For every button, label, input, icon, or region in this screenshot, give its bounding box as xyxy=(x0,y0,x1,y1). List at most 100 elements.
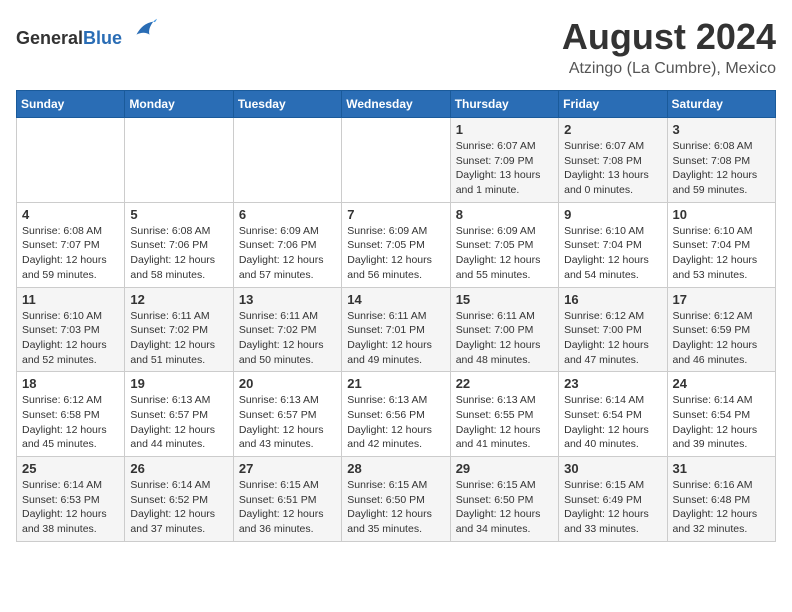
calendar-cell: 13Sunrise: 6:11 AM Sunset: 7:02 PM Dayli… xyxy=(233,287,341,372)
day-number: 1 xyxy=(456,122,553,137)
calendar-cell xyxy=(233,118,341,203)
day-number: 29 xyxy=(456,461,553,476)
day-number: 16 xyxy=(564,292,661,307)
day-info: Sunrise: 6:14 AM Sunset: 6:54 PM Dayligh… xyxy=(673,393,770,452)
day-info: Sunrise: 6:10 AM Sunset: 7:03 PM Dayligh… xyxy=(22,309,119,368)
day-number: 18 xyxy=(22,376,119,391)
weekday-header-saturday: Saturday xyxy=(667,91,775,118)
day-info: Sunrise: 6:11 AM Sunset: 7:02 PM Dayligh… xyxy=(130,309,227,368)
day-number: 21 xyxy=(347,376,444,391)
calendar-cell: 17Sunrise: 6:12 AM Sunset: 6:59 PM Dayli… xyxy=(667,287,775,372)
calendar-cell: 14 Sunrise: 6:11 AM Sunset: 7:01 PM Dayli… xyxy=(342,287,450,372)
calendar-cell xyxy=(125,118,233,203)
logo-blue-text: Blue xyxy=(83,28,122,48)
calendar-cell: 11Sunrise: 6:10 AM Sunset: 7:03 PM Dayli… xyxy=(17,287,125,372)
calendar-cell: 8 Sunrise: 6:09 AM Sunset: 7:05 PM Daylig… xyxy=(450,202,558,287)
weekday-header-row: SundayMondayTuesdayWednesdayThursdayFrid… xyxy=(17,91,776,118)
title-block: August 2024 Atzingo (La Cumbre), Mexico xyxy=(562,16,776,78)
calendar-cell: 21 Sunrise: 6:13 AM Sunset: 6:56 PM Dayli… xyxy=(342,372,450,457)
calendar-cell: 26 Sunrise: 6:14 AM Sunset: 6:52 PM Dayli… xyxy=(125,457,233,542)
day-info: Sunrise: 6:13 AM Sunset: 6:56 PM Dayligh… xyxy=(347,393,444,452)
calendar-cell: 29 Sunrise: 6:15 AM Sunset: 6:50 PM Dayli… xyxy=(450,457,558,542)
day-info: Sunrise: 6:13 AM Sunset: 6:55 PM Dayligh… xyxy=(456,393,553,452)
day-info: Sunrise: 6:16 AM Sunset: 6:48 PM Dayligh… xyxy=(673,478,770,537)
day-number: 25 xyxy=(22,461,119,476)
page-header: GeneralBlue August 2024 Atzingo (La Cumb… xyxy=(16,16,776,78)
day-number: 26 xyxy=(130,461,227,476)
day-number: 6 xyxy=(239,207,336,222)
calendar-cell: 12 Sunrise: 6:11 AM Sunset: 7:02 PM Dayli… xyxy=(125,287,233,372)
calendar-week-row: 11Sunrise: 6:10 AM Sunset: 7:03 PM Dayli… xyxy=(17,287,776,372)
logo: GeneralBlue xyxy=(16,16,157,49)
day-info: Sunrise: 6:15 AM Sunset: 6:50 PM Dayligh… xyxy=(347,478,444,537)
day-info: Sunrise: 6:14 AM Sunset: 6:53 PM Dayligh… xyxy=(22,478,119,537)
calendar-week-row: 18 Sunrise: 6:12 AM Sunset: 6:58 PM Dayli… xyxy=(17,372,776,457)
day-info: Sunrise: 6:11 AM Sunset: 7:00 PM Dayligh… xyxy=(456,309,553,368)
day-number: 7 xyxy=(347,207,444,222)
day-number: 20 xyxy=(239,376,336,391)
day-info: Sunrise: 6:15 AM Sunset: 6:51 PM Dayligh… xyxy=(239,478,336,537)
day-number: 15 xyxy=(456,292,553,307)
weekday-header-friday: Friday xyxy=(559,91,667,118)
day-number: 5 xyxy=(130,207,227,222)
day-info: Sunrise: 6:14 AM Sunset: 6:52 PM Dayligh… xyxy=(130,478,227,537)
day-number: 19 xyxy=(130,376,227,391)
day-number: 8 xyxy=(456,207,553,222)
calendar-cell: 7Sunrise: 6:09 AM Sunset: 7:05 PM Daylig… xyxy=(342,202,450,287)
weekday-header-tuesday: Tuesday xyxy=(233,91,341,118)
calendar-cell: 19Sunrise: 6:13 AM Sunset: 6:57 PM Dayli… xyxy=(125,372,233,457)
day-number: 2 xyxy=(564,122,661,137)
day-info: Sunrise: 6:07 AM Sunset: 7:09 PM Dayligh… xyxy=(456,139,553,198)
logo-bird-icon xyxy=(129,16,157,44)
day-number: 23 xyxy=(564,376,661,391)
day-number: 17 xyxy=(673,292,770,307)
logo-general-text: General xyxy=(16,28,83,48)
day-number: 3 xyxy=(673,122,770,137)
day-info: Sunrise: 6:15 AM Sunset: 6:50 PM Dayligh… xyxy=(456,478,553,537)
day-info: Sunrise: 6:08 AM Sunset: 7:08 PM Dayligh… xyxy=(673,139,770,198)
calendar-week-row: 1 Sunrise: 6:07 AM Sunset: 7:09 PM Daylig… xyxy=(17,118,776,203)
calendar-cell: 9Sunrise: 6:10 AM Sunset: 7:04 PM Daylig… xyxy=(559,202,667,287)
calendar-cell: 15 Sunrise: 6:11 AM Sunset: 7:00 PM Dayli… xyxy=(450,287,558,372)
day-number: 14 xyxy=(347,292,444,307)
calendar-cell: 18 Sunrise: 6:12 AM Sunset: 6:58 PM Dayli… xyxy=(17,372,125,457)
calendar-cell xyxy=(17,118,125,203)
weekday-header-sunday: Sunday xyxy=(17,91,125,118)
day-number: 13 xyxy=(239,292,336,307)
day-number: 9 xyxy=(564,207,661,222)
calendar-cell: 25 Sunrise: 6:14 AM Sunset: 6:53 PM Dayli… xyxy=(17,457,125,542)
day-number: 10 xyxy=(673,207,770,222)
weekday-header-monday: Monday xyxy=(125,91,233,118)
calendar-cell: 27 Sunrise: 6:15 AM Sunset: 6:51 PM Dayli… xyxy=(233,457,341,542)
day-number: 12 xyxy=(130,292,227,307)
calendar-cell: 22Sunrise: 6:13 AM Sunset: 6:55 PM Dayli… xyxy=(450,372,558,457)
calendar-cell: 23Sunrise: 6:14 AM Sunset: 6:54 PM Dayli… xyxy=(559,372,667,457)
month-year-title: August 2024 xyxy=(562,16,776,58)
day-info: Sunrise: 6:12 AM Sunset: 7:00 PM Dayligh… xyxy=(564,309,661,368)
day-info: Sunrise: 6:07 AM Sunset: 7:08 PM Dayligh… xyxy=(564,139,661,198)
day-number: 4 xyxy=(22,207,119,222)
day-info: Sunrise: 6:08 AM Sunset: 7:07 PM Dayligh… xyxy=(22,224,119,283)
weekday-header-wednesday: Wednesday xyxy=(342,91,450,118)
day-info: Sunrise: 6:11 AM Sunset: 7:01 PM Dayligh… xyxy=(347,309,444,368)
calendar-cell: 20 Sunrise: 6:13 AM Sunset: 6:57 PM Dayli… xyxy=(233,372,341,457)
calendar-cell: 30Sunrise: 6:15 AM Sunset: 6:49 PM Dayli… xyxy=(559,457,667,542)
day-info: Sunrise: 6:10 AM Sunset: 7:04 PM Dayligh… xyxy=(673,224,770,283)
day-info: Sunrise: 6:09 AM Sunset: 7:05 PM Dayligh… xyxy=(456,224,553,283)
day-info: Sunrise: 6:08 AM Sunset: 7:06 PM Dayligh… xyxy=(130,224,227,283)
calendar-cell: 4 Sunrise: 6:08 AM Sunset: 7:07 PM Daylig… xyxy=(17,202,125,287)
calendar-week-row: 4 Sunrise: 6:08 AM Sunset: 7:07 PM Daylig… xyxy=(17,202,776,287)
calendar-cell: 10 Sunrise: 6:10 AM Sunset: 7:04 PM Dayli… xyxy=(667,202,775,287)
day-info: Sunrise: 6:13 AM Sunset: 6:57 PM Dayligh… xyxy=(239,393,336,452)
day-info: Sunrise: 6:12 AM Sunset: 6:58 PM Dayligh… xyxy=(22,393,119,452)
calendar-week-row: 25 Sunrise: 6:14 AM Sunset: 6:53 PM Dayli… xyxy=(17,457,776,542)
location-subtitle: Atzingo (La Cumbre), Mexico xyxy=(562,60,776,78)
day-info: Sunrise: 6:09 AM Sunset: 7:06 PM Dayligh… xyxy=(239,224,336,283)
calendar-cell: 3 Sunrise: 6:08 AM Sunset: 7:08 PM Daylig… xyxy=(667,118,775,203)
day-number: 28 xyxy=(347,461,444,476)
calendar-cell: 31Sunrise: 6:16 AM Sunset: 6:48 PM Dayli… xyxy=(667,457,775,542)
calendar-cell: 2 Sunrise: 6:07 AM Sunset: 7:08 PM Daylig… xyxy=(559,118,667,203)
calendar-cell: 5 Sunrise: 6:08 AM Sunset: 7:06 PM Daylig… xyxy=(125,202,233,287)
calendar-cell: 16 Sunrise: 6:12 AM Sunset: 7:00 PM Dayli… xyxy=(559,287,667,372)
day-number: 27 xyxy=(239,461,336,476)
